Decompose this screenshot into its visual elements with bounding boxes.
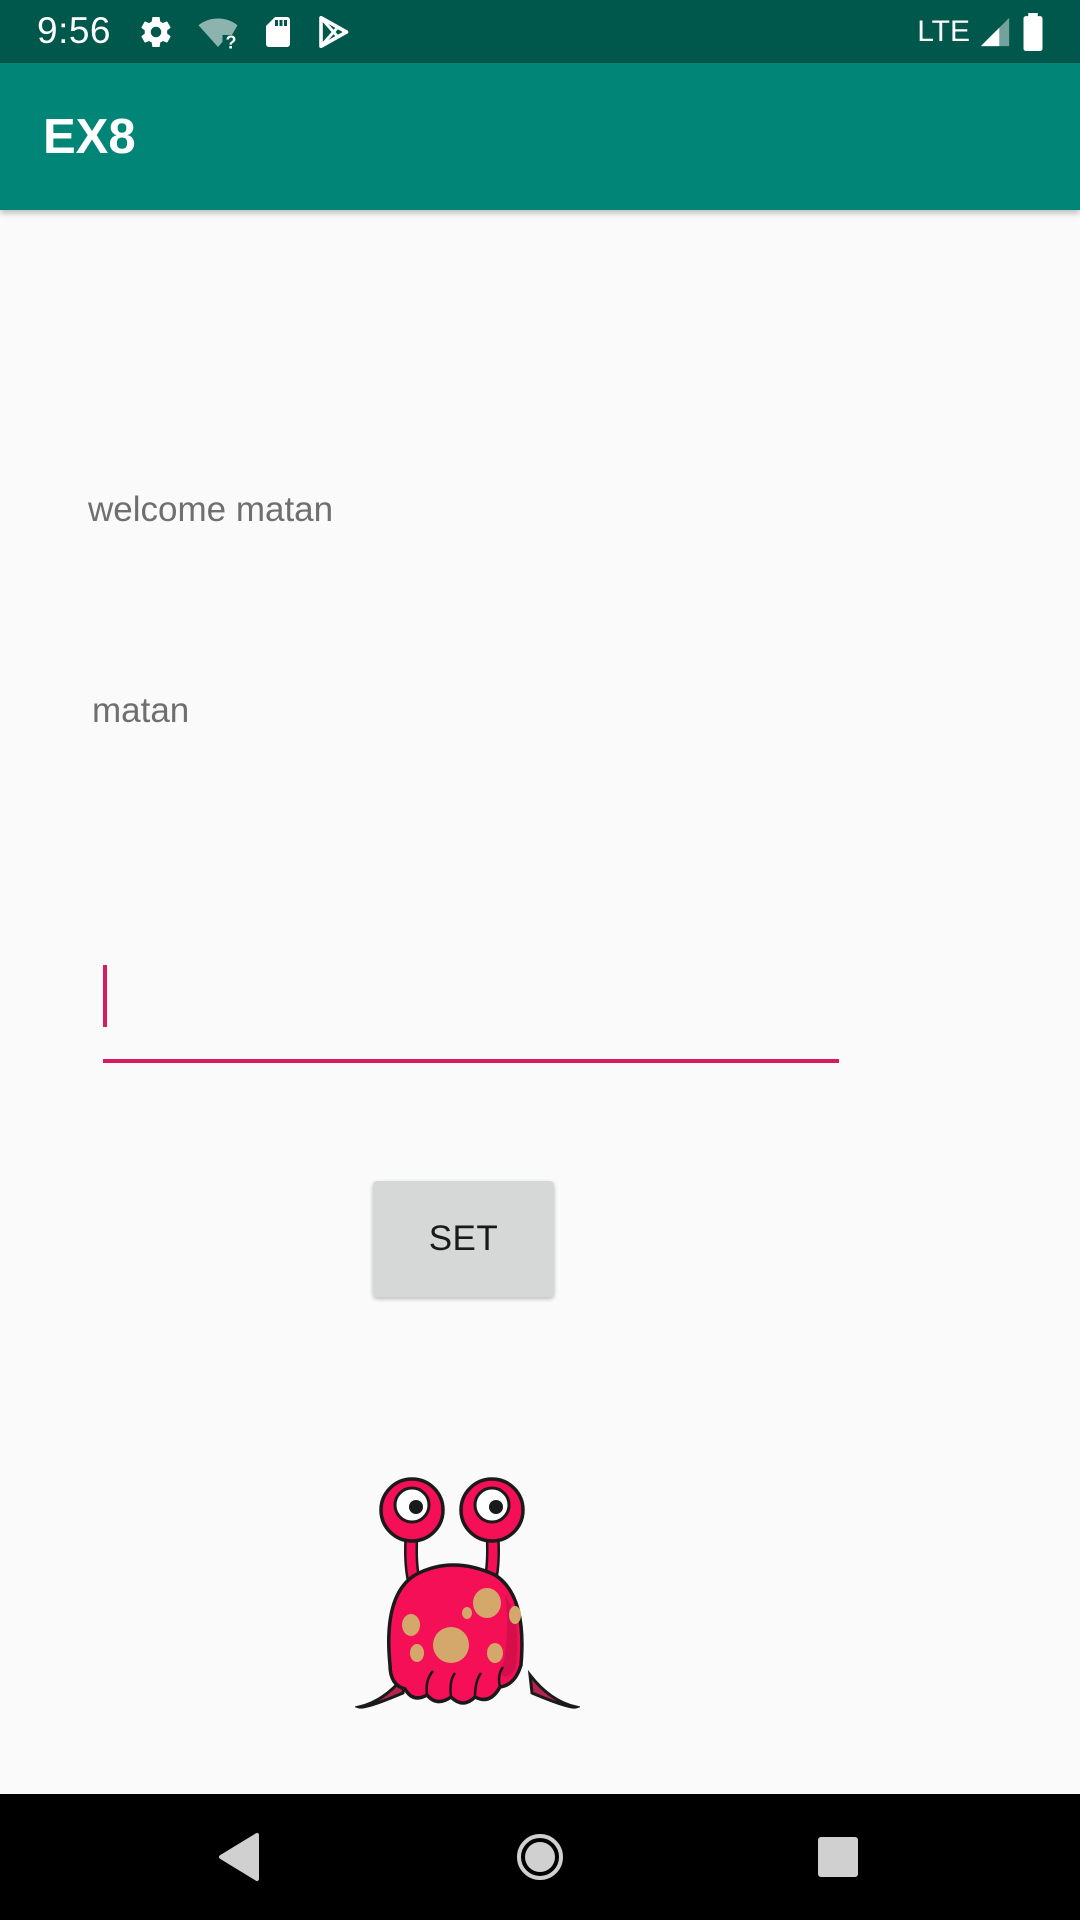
battery-icon xyxy=(1023,13,1043,51)
back-button[interactable] xyxy=(204,1822,274,1892)
play-store-icon xyxy=(319,15,349,49)
screen: 9:56 ? LTE EX8 welcome matan matan SET xyxy=(0,0,1080,1920)
app-title: EX8 xyxy=(43,110,136,164)
status-bar: 9:56 ? LTE xyxy=(0,0,1080,63)
sd-card-icon xyxy=(266,17,290,47)
app-bar: EX8 xyxy=(0,63,1080,210)
text-input-field[interactable] xyxy=(103,955,839,1063)
recents-icon xyxy=(818,1837,858,1877)
name-text: matan xyxy=(92,691,190,730)
home-icon xyxy=(517,1834,563,1880)
text-cursor xyxy=(103,965,107,1027)
welcome-text: welcome matan xyxy=(88,490,334,529)
pink-monster-image xyxy=(355,1477,580,1709)
gear-icon xyxy=(141,17,171,48)
status-icons-right: LTE xyxy=(917,10,1046,54)
wifi-question-icon: ? xyxy=(198,18,238,51)
status-icons-left: ? xyxy=(138,12,350,52)
signal-icon xyxy=(980,17,1010,47)
network-type-label: LTE xyxy=(917,15,970,48)
navigation-bar xyxy=(0,1794,1080,1920)
back-icon xyxy=(219,1833,259,1881)
recents-button[interactable] xyxy=(803,1822,873,1892)
status-time: 9:56 xyxy=(37,10,112,51)
set-button[interactable]: SET xyxy=(373,1181,554,1297)
home-button[interactable] xyxy=(505,1822,575,1892)
svg-text:?: ? xyxy=(226,33,237,51)
